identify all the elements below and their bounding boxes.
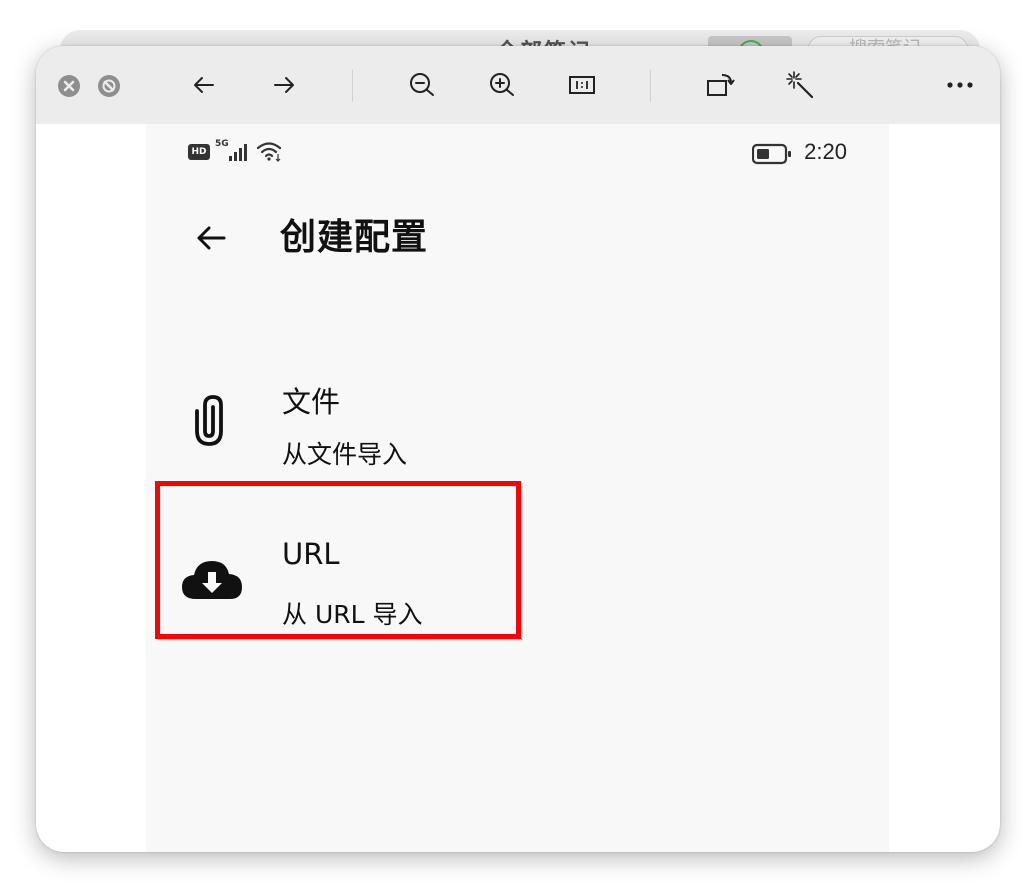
close-icon <box>63 80 75 92</box>
highlight-box <box>155 481 521 639</box>
rotate-button[interactable] <box>696 46 744 124</box>
back-button[interactable] <box>194 222 234 254</box>
status-bar: HD 5G 2:20 <box>146 124 889 180</box>
block-icon <box>102 79 116 93</box>
zoom-in-icon <box>490 73 514 96</box>
zoom-in-button[interactable] <box>478 46 526 124</box>
status-time: 2:20 <box>804 139 847 164</box>
zoom-out-icon <box>410 73 434 96</box>
actual-size-button[interactable] <box>558 46 606 124</box>
zoom-out-button[interactable] <box>398 46 446 124</box>
page-title: 创建配置 <box>280 217 429 258</box>
actual-size-icon <box>569 76 595 94</box>
more-icon <box>947 82 973 88</box>
wifi-icon <box>256 142 282 162</box>
rotate-icon <box>707 74 735 96</box>
magic-wand-icon <box>786 71 814 99</box>
close-window-button[interactable] <box>58 75 80 97</box>
arrow-left-icon <box>197 226 226 250</box>
viewer-toolbar <box>36 46 1000 124</box>
battery-icon <box>752 143 791 165</box>
page-header: 创建配置 <box>146 210 889 266</box>
back-icon <box>194 77 214 93</box>
forward-icon <box>274 77 294 93</box>
toolbar-divider <box>650 70 651 102</box>
paperclip-icon <box>195 395 223 446</box>
minimize-window-button[interactable] <box>98 75 120 97</box>
enhance-button[interactable] <box>776 46 824 124</box>
network-type: 5G <box>215 139 229 149</box>
back-button[interactable] <box>180 46 228 124</box>
list-item-file[interactable]: 文件 从文件导入 <box>146 369 889 499</box>
signal-icon <box>229 144 247 161</box>
forward-button[interactable] <box>260 46 308 124</box>
hd-badge: HD <box>188 144 210 160</box>
more-button[interactable] <box>936 46 984 124</box>
viewer-window: HD 5G 2:20 创建配置 文件 从文件导入 URL 从 URL 导入 <box>36 46 1000 852</box>
item-subtitle: 从文件导入 <box>282 440 408 469</box>
toolbar-divider <box>352 70 353 102</box>
item-title: 文件 <box>282 385 341 419</box>
